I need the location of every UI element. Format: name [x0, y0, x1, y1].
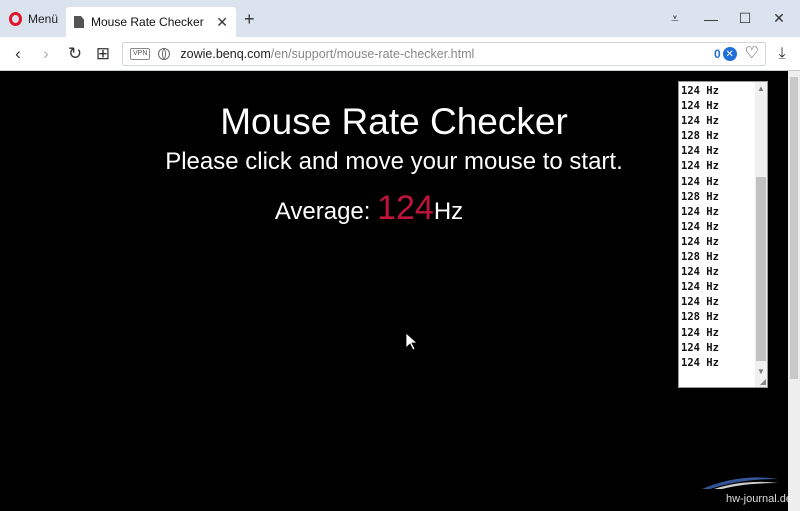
- tab-mouse-rate-checker[interactable]: Mouse Rate Checker ✕: [66, 7, 236, 37]
- url-path: /en/support/mouse-rate-checker.html: [270, 47, 475, 61]
- minimize-button[interactable]: —: [694, 0, 728, 37]
- rate-log-entry: 128 Hz: [681, 251, 719, 264]
- opera-menu-button[interactable]: Menü: [0, 0, 62, 37]
- speed-dial-button[interactable]: ⊞: [89, 37, 117, 70]
- page-subtitle: Please click and move your mouse to star…: [165, 148, 623, 175]
- tab-bar: Menü Mouse Rate Checker ✕ + ⩡ — ☐ ✕: [0, 0, 800, 37]
- download-icon[interactable]: ⤓: [770, 37, 794, 70]
- page-content[interactable]: Mouse Rate Checker Please click and move…: [0, 71, 800, 511]
- rate-log-textarea[interactable]: 124 Hz 124 Hz 124 Hz 128 Hz 124 Hz 124 Hz 124 …: [678, 81, 768, 388]
- rate-log-entry: 124 Hz: [681, 220, 719, 233]
- url-text[interactable]: zowie.benq.com/en/support/mouse-rate-che…: [180, 47, 714, 61]
- new-tab-button[interactable]: +: [244, 10, 255, 28]
- globe-icon[interactable]: [158, 48, 171, 60]
- rate-log-entry: 124 Hz: [681, 160, 719, 173]
- rate-log-scroll-thumb[interactable]: [756, 177, 766, 361]
- rate-log-entry: 124 Hz: [681, 341, 719, 354]
- rate-log-entry: 124 Hz: [681, 85, 719, 97]
- opera-logo-icon: [9, 11, 22, 26]
- tab-close-icon[interactable]: ✕: [216, 14, 228, 31]
- resize-grip-icon[interactable]: ◢: [760, 378, 766, 386]
- url-host: zowie.benq.com: [180, 47, 271, 61]
- average-readout: Average: 124Hz: [0, 189, 738, 228]
- vpn-badge[interactable]: VPN: [130, 48, 151, 60]
- page-scroll-thumb[interactable]: [790, 77, 798, 379]
- scroll-down-icon[interactable]: ▼: [755, 365, 767, 377]
- rate-log-scrollbar[interactable]: ▲ ▼: [755, 82, 767, 387]
- url-field[interactable]: VPN zowie.benq.com/en/support/mouse-rate…: [122, 42, 766, 66]
- rate-log-list: 124 Hz 124 Hz 124 Hz 128 Hz 124 Hz 124 Hz 124 …: [681, 84, 719, 371]
- rate-log-entry: 124 Hz: [681, 115, 719, 128]
- page-title: Mouse Rate Checker: [220, 101, 568, 142]
- adblock-icon[interactable]: ✕: [722, 47, 737, 61]
- forward-button[interactable]: ›: [32, 37, 60, 70]
- watermark-text: hw-journal.de: [725, 493, 792, 505]
- rate-log-entry: 124 Hz: [681, 356, 719, 369]
- rate-log-entry: 124 Hz: [681, 281, 719, 294]
- maximize-button[interactable]: ☐: [728, 0, 762, 37]
- rate-log-entry: 124 Hz: [681, 100, 719, 113]
- back-button[interactable]: ‹: [4, 37, 32, 70]
- rate-log-entry: 124 Hz: [681, 326, 719, 339]
- bookmark-heart-icon[interactable]: ♡: [745, 46, 759, 62]
- average-unit: Hz: [433, 198, 464, 225]
- tab-title: Mouse Rate Checker: [91, 15, 204, 29]
- page-scrollbar[interactable]: [788, 71, 800, 511]
- rate-log-entry: 124 Hz: [681, 235, 719, 248]
- rate-log-entry: 128 Hz: [681, 130, 719, 143]
- rate-log-entry: 128 Hz: [681, 311, 719, 324]
- tab-menu-icon[interactable]: ⩡: [658, 0, 692, 37]
- watermark-logo-icon: [702, 477, 778, 489]
- rate-log-entry: 124 Hz: [681, 266, 719, 279]
- reload-button[interactable]: ↻: [61, 37, 89, 70]
- rate-log-entry: 124 Hz: [681, 145, 719, 158]
- average-value: 124: [377, 189, 434, 227]
- blocked-count: 0: [713, 47, 721, 61]
- scroll-up-icon[interactable]: ▲: [755, 82, 767, 94]
- close-window-button[interactable]: ✕: [762, 0, 796, 37]
- average-label: Average:: [274, 198, 378, 225]
- document-icon: [74, 16, 84, 28]
- rate-log-entry: 124 Hz: [681, 205, 719, 218]
- address-bar: ‹ › ↻ ⊞ VPN zowie.benq.com/en/support/mo…: [0, 37, 800, 71]
- rate-log-entry: 124 Hz: [681, 296, 719, 309]
- rate-log-entry: 124 Hz: [681, 175, 719, 188]
- menu-label: Menü: [28, 11, 59, 26]
- rate-log-entry: 128 Hz: [681, 190, 719, 203]
